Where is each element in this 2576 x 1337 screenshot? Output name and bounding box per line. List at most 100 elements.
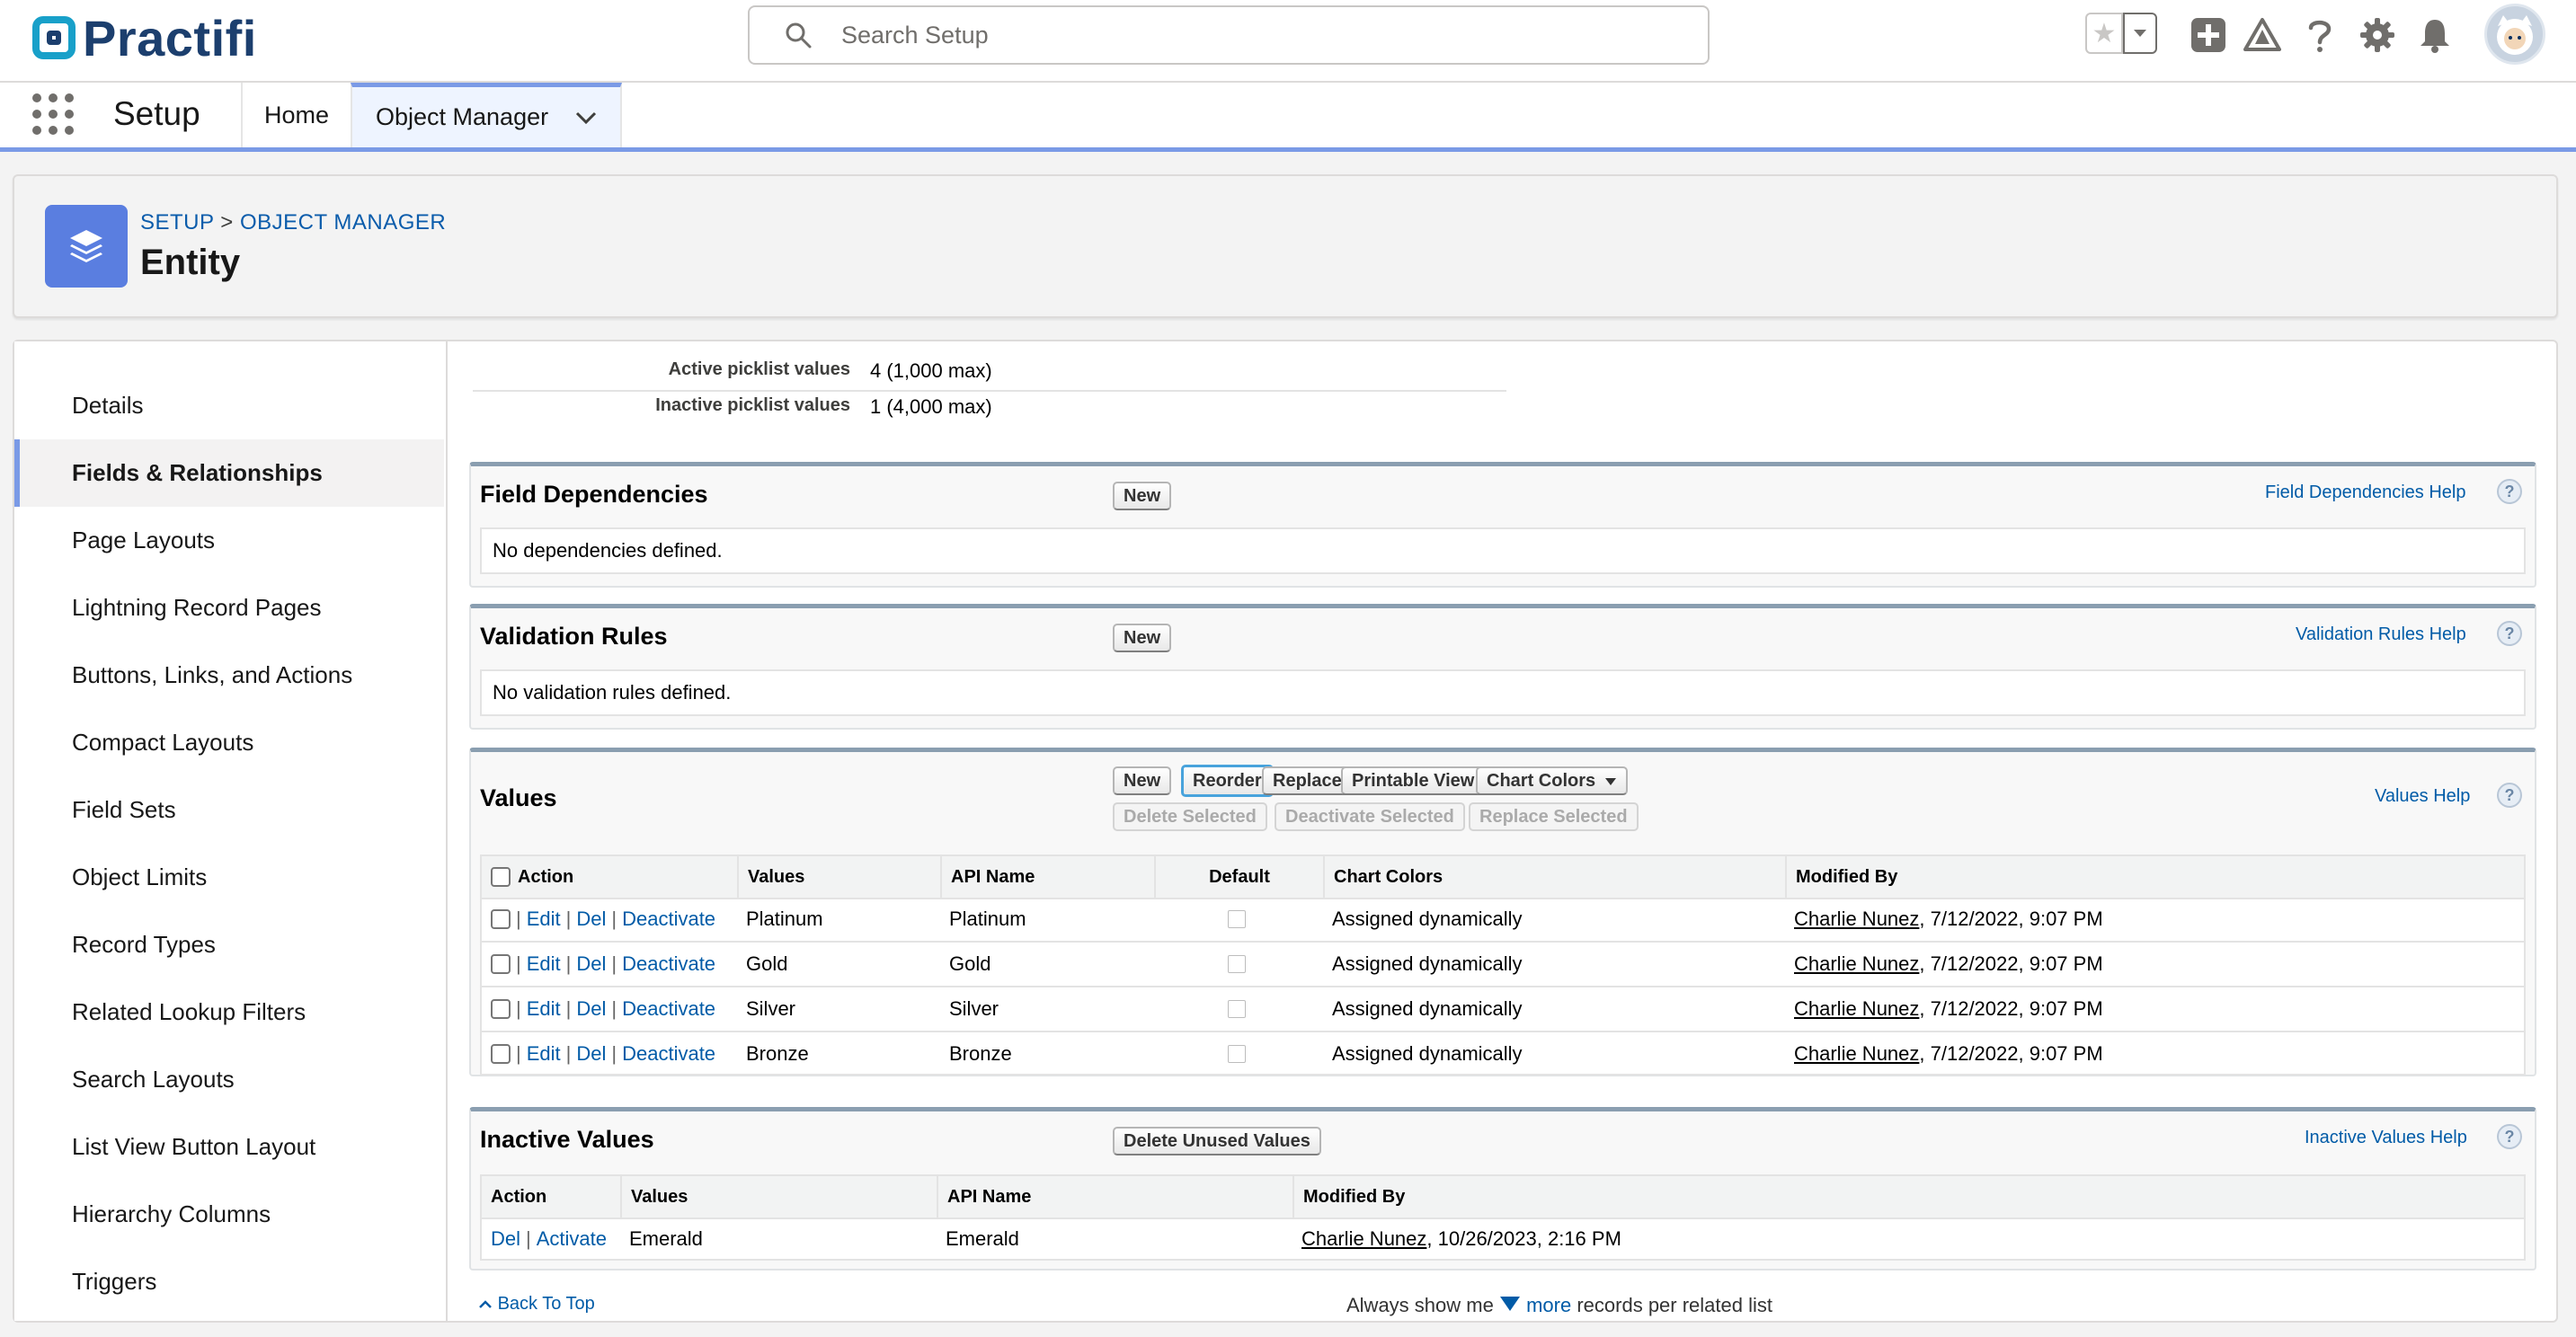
- deactivate-link[interactable]: Deactivate: [622, 952, 715, 976]
- column-header-action: Action: [482, 856, 737, 898]
- values-section: Values New Reorder Replace Printable Vie…: [469, 748, 2536, 1076]
- sidebar-item-buttons-links-actions[interactable]: Buttons, Links, and Actions: [14, 642, 444, 709]
- breadcrumb-separator: >: [220, 210, 234, 235]
- del-link[interactable]: Del: [576, 1042, 606, 1066]
- modified-by-user-link[interactable]: Charlie Nunez: [1301, 1227, 1426, 1251]
- favorites-dropdown-button[interactable]: [2123, 13, 2157, 54]
- search-input[interactable]: [839, 20, 1652, 50]
- deactivate-selected-button[interactable]: Deactivate Selected: [1275, 802, 1465, 831]
- modified-by-user-link[interactable]: Charlie Nunez: [1794, 997, 1919, 1021]
- back-to-top-link[interactable]: Back To Top: [478, 1294, 595, 1315]
- del-link[interactable]: Del: [576, 997, 606, 1021]
- sidebar-item-list-view-button-layout[interactable]: List View Button Layout: [14, 1113, 444, 1181]
- bell-icon[interactable]: [2416, 16, 2454, 54]
- help-circle-icon[interactable]: ?: [2497, 621, 2522, 646]
- sidebar-item-compact-layouts[interactable]: Compact Layouts: [14, 709, 444, 776]
- validation-rules-help-link[interactable]: Validation Rules Help: [2296, 624, 2466, 645]
- edit-link[interactable]: Edit: [527, 908, 561, 931]
- help-circle-icon[interactable]: ?: [2497, 479, 2522, 504]
- active-picklist-label: Active picklist values: [668, 359, 850, 379]
- active-picklist-value: 4 (1,000 max): [870, 359, 992, 382]
- del-link[interactable]: Del: [576, 908, 606, 931]
- edit-link[interactable]: Edit: [527, 952, 561, 976]
- breadcrumb-setup[interactable]: SETUP: [140, 210, 214, 235]
- sidebar-item-fields-relationships[interactable]: Fields & Relationships: [14, 439, 444, 507]
- sidebar-item-details[interactable]: Details: [14, 372, 444, 439]
- sidebar-item-object-limits[interactable]: Object Limits: [14, 844, 444, 911]
- api-name-cell: Bronze: [949, 1042, 1012, 1065]
- values-help-link[interactable]: Values Help: [2375, 786, 2470, 807]
- printable-view-button[interactable]: Printable View: [1341, 766, 1486, 795]
- modified-by-user-link[interactable]: Charlie Nunez: [1794, 1042, 1919, 1066]
- inactive-picklist-value: 1 (4,000 max): [870, 395, 992, 418]
- help-circle-icon[interactable]: ?: [2497, 1124, 2522, 1149]
- reorder-button[interactable]: Reorder: [1181, 765, 1274, 797]
- value-cell: Emerald: [629, 1227, 703, 1250]
- deactivate-link[interactable]: Deactivate: [622, 908, 715, 931]
- sidebar-item-related-lookup-filters[interactable]: Related Lookup Filters: [14, 978, 444, 1046]
- row-checkbox[interactable]: [491, 1044, 511, 1064]
- modified-date: , 7/12/2022, 9:07 PM: [1919, 952, 2103, 975]
- modified-date: , 7/12/2022, 9:07 PM: [1919, 908, 2103, 930]
- chevron-down-icon[interactable]: [575, 111, 597, 125]
- context-nav: Setup Home Object Manager: [0, 83, 2576, 152]
- row-checkbox[interactable]: [491, 999, 511, 1019]
- modified-by-user-link[interactable]: Charlie Nunez: [1794, 908, 1919, 931]
- row-checkbox[interactable]: [491, 954, 511, 974]
- trailhead-icon[interactable]: [2243, 16, 2281, 54]
- sidebar-item-page-layouts[interactable]: Page Layouts: [14, 507, 444, 574]
- column-header-api-name: API Name: [937, 1176, 1292, 1217]
- global-actions-icon[interactable]: [2190, 16, 2227, 54]
- help-circle-icon[interactable]: ?: [2497, 783, 2522, 808]
- favorite-star-icon[interactable]: ★: [2085, 13, 2123, 54]
- separator: |: [526, 1227, 531, 1250]
- default-checkbox: [1228, 955, 1246, 973]
- activate-link[interactable]: Activate: [537, 1227, 607, 1251]
- gear-icon[interactable]: [2358, 16, 2396, 54]
- deactivate-link[interactable]: Deactivate: [622, 1042, 715, 1066]
- sidebar-item-record-types[interactable]: Record Types: [14, 911, 444, 978]
- field-dependencies-new-button[interactable]: New: [1113, 482, 1172, 510]
- sidebar-item-lightning-record-pages[interactable]: Lightning Record Pages: [14, 574, 444, 642]
- astro-avatar-icon: [2497, 15, 2533, 55]
- select-all-checkbox[interactable]: [491, 867, 511, 887]
- sidebar-item-search-layouts[interactable]: Search Layouts: [14, 1046, 444, 1113]
- triangle-down-icon[interactable]: [1499, 1296, 1521, 1312]
- tab-object-manager[interactable]: Object Manager: [351, 83, 622, 147]
- app-name: Setup: [113, 95, 200, 132]
- delete-selected-button[interactable]: Delete Selected: [1113, 802, 1267, 831]
- tab-home[interactable]: Home: [241, 83, 351, 147]
- records-per-list-label: records per related list: [1577, 1294, 1772, 1316]
- always-show-label: Always show me: [1346, 1294, 1494, 1316]
- column-header-default: Default: [1154, 856, 1323, 898]
- row-checkbox[interactable]: [491, 909, 511, 929]
- app-launcher-icon[interactable]: [32, 93, 74, 135]
- edit-link[interactable]: Edit: [527, 1042, 561, 1066]
- sidebar-item-triggers[interactable]: Triggers: [14, 1248, 444, 1315]
- replace-button[interactable]: Replace: [1262, 766, 1353, 795]
- breadcrumb-object-manager[interactable]: OBJECT MANAGER: [240, 210, 446, 235]
- delete-unused-values-button[interactable]: Delete Unused Values: [1113, 1127, 1321, 1155]
- practifi-logo[interactable]: Practifi: [32, 10, 257, 66]
- chart-colors-button[interactable]: Chart Colors: [1476, 766, 1629, 795]
- modified-by-user-link[interactable]: Charlie Nunez: [1794, 952, 1919, 976]
- deactivate-link[interactable]: Deactivate: [622, 997, 715, 1021]
- edit-link[interactable]: Edit: [527, 997, 561, 1021]
- validation-rules-title: Validation Rules: [480, 623, 668, 650]
- field-dependencies-help-link[interactable]: Field Dependencies Help: [2265, 483, 2465, 503]
- inactive-values-section: Inactive Values Delete Unused Values Ina…: [469, 1107, 2536, 1271]
- values-new-button[interactable]: New: [1113, 766, 1172, 795]
- value-cell: Silver: [746, 997, 796, 1020]
- help-icon[interactable]: [2301, 16, 2339, 54]
- more-link[interactable]: more: [1526, 1294, 1571, 1316]
- values-title: Values: [480, 784, 557, 811]
- sidebar-item-hierarchy-columns[interactable]: Hierarchy Columns: [14, 1181, 444, 1248]
- search-box[interactable]: [748, 5, 1710, 65]
- user-avatar[interactable]: [2484, 4, 2545, 65]
- del-link[interactable]: Del: [576, 952, 606, 976]
- del-link[interactable]: Del: [491, 1227, 520, 1251]
- inactive-values-help-link[interactable]: Inactive Values Help: [2305, 1128, 2467, 1148]
- sidebar-item-field-sets[interactable]: Field Sets: [14, 776, 444, 844]
- validation-rules-new-button[interactable]: New: [1113, 624, 1172, 652]
- replace-selected-button[interactable]: Replace Selected: [1469, 802, 1639, 831]
